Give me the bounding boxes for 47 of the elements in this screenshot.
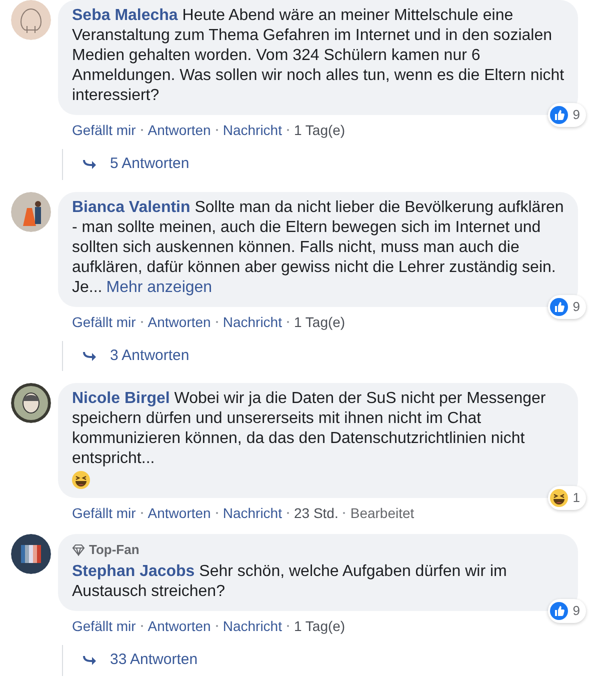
reaction-count[interactable]: 9 <box>548 103 586 127</box>
replies-link[interactable]: 5 Antworten <box>110 153 190 176</box>
action-link[interactable]: Antworten <box>148 312 211 330</box>
timestamp-link[interactable]: 1 Tag(e) <box>294 121 346 139</box>
comment-text: Stephan Jacobs Sehr schön, welche Aufgaben dürfen wir im Austausch streichen? <box>72 562 508 602</box>
thumbs-up-icon <box>550 106 568 124</box>
timestamp-link[interactable]: 1 Tag(e) <box>294 312 346 330</box>
thumbs-up-icon <box>550 602 568 620</box>
action-link[interactable]: Antworten <box>148 121 211 139</box>
laughing-emoji-icon <box>550 489 568 507</box>
author-link[interactable]: Stephan Jacobs <box>72 563 195 580</box>
avatar[interactable] <box>11 383 51 423</box>
timestamp-link[interactable]: 23 Std. <box>294 504 338 522</box>
action-link[interactable]: Nachricht <box>222 504 282 522</box>
replies-link[interactable]: 33 Antworten <box>110 649 198 672</box>
comment-text: Seba Malecha Heute Abend wäre an meiner Mittelschule eine Veranstaltung zum Thema Gefahren im Internet und in den sozialen Medien gehalten worden. Vom 324 Schülern kamen nur 6 Anmeldungen. Was sollen wir noch alles tun, wenn es die Eltern nicht interessiert? <box>72 6 566 106</box>
comment-text: Nicole Birgel Wobei wir ja die Daten der SuS nicht per Messenger speichern dürfen und unsererseits mit ihnen nicht im Chat kommunizieren können, da das den Datenschutzrichtlinien nicht entspricht... <box>72 389 547 469</box>
author-link[interactable]: Bianca Valentin <box>72 198 190 216</box>
top-fan-label: Top-Fan <box>89 541 140 559</box>
reaction-count[interactable]: 1 <box>548 486 586 510</box>
action-link[interactable]: Antworten <box>148 617 211 635</box>
timestamp-link[interactable]: 1 Tag(e) <box>294 617 346 635</box>
reaction-count[interactable]: 9 <box>548 599 586 623</box>
action-link[interactable]: Gefällt mir <box>72 121 136 139</box>
reaction-count[interactable]: 9 <box>548 294 586 318</box>
avatar[interactable] <box>11 192 51 232</box>
diamond-icon <box>72 544 85 556</box>
action-link[interactable]: Gefällt mir <box>72 617 136 635</box>
avatar[interactable] <box>11 534 51 574</box>
author-link[interactable]: Nicole Birgel <box>72 390 170 407</box>
thumbs-up-icon <box>550 298 568 316</box>
replies-link[interactable]: 3 Antworten <box>110 344 190 367</box>
action-link[interactable]: Gefällt mir <box>72 312 136 330</box>
truncated-text: Je... <box>72 278 102 298</box>
edited-label: Bearbeitet <box>350 504 414 522</box>
more-link[interactable]: Mehr anzeigen <box>106 278 212 298</box>
laughing-emoji-icon <box>72 471 90 489</box>
reply-arrow-icon <box>83 350 97 361</box>
action-link[interactable]: Antworten <box>148 504 211 522</box>
author-link[interactable]: Seba Malecha <box>72 7 178 24</box>
action-link[interactable]: Nachricht <box>222 617 282 635</box>
reply-arrow-icon <box>83 655 97 666</box>
action-link[interactable]: Nachricht <box>222 121 282 139</box>
action-link[interactable]: Nachricht <box>222 312 282 330</box>
reply-arrow-icon <box>83 159 97 170</box>
action-link[interactable]: Gefällt mir <box>72 504 136 522</box>
comment-text: Bianca Valentin Sollte man da nicht lieber die Bevölkerung aufklären - man sollte meinen, auch die Eltern bewegen sich im Internet und sollten sich auskennen können. Falls nicht, muss man auch die aufklären, dafür können aber gewiss nicht die Lehrer zuständig sein. <box>72 198 565 278</box>
